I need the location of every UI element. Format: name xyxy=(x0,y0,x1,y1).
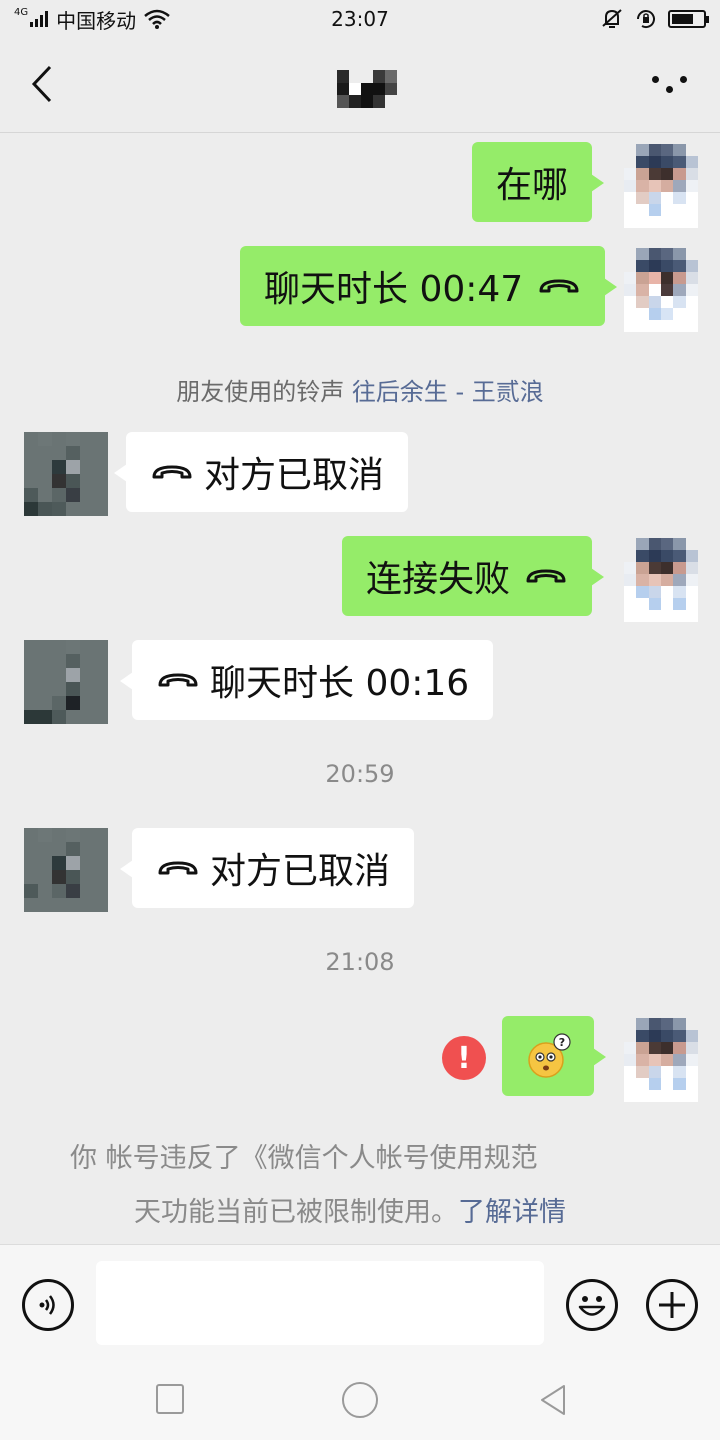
input-bar xyxy=(0,1244,720,1360)
status-time: 23:07 xyxy=(331,7,389,31)
ringtone-prefix: 朋友使用的铃声 xyxy=(176,378,345,406)
system-navigation-bar xyxy=(0,1360,720,1440)
call-record-bubble-contact[interactable]: 聊天时长 00:16 xyxy=(119,640,494,720)
chat-messages[interactable]: 在哪 聊天时长 00:47 朋友使用的铃声 往后余生 - 王贰浪 对方已取消 连… xyxy=(0,134,720,1244)
mute-icon xyxy=(602,9,622,28)
call-record-bubble-contact[interactable]: 对方已取消 xyxy=(113,432,409,512)
network-type: 4G xyxy=(14,7,29,18)
message-bubble-self[interactable]: 在哪 xyxy=(472,142,605,222)
svg-text:?: ? xyxy=(559,1036,565,1049)
wifi-icon xyxy=(144,9,170,29)
send-failed-icon[interactable]: ! xyxy=(442,1036,486,1080)
smiley-icon xyxy=(578,1296,606,1316)
message-input[interactable] xyxy=(96,1261,544,1345)
avatar-contact[interactable] xyxy=(24,432,108,516)
learn-more-link[interactable]: 了解详情 xyxy=(458,1197,566,1228)
status-right xyxy=(600,7,709,31)
more-options-button[interactable] xyxy=(650,74,690,98)
home-button[interactable] xyxy=(342,1382,378,1418)
avatar-self[interactable] xyxy=(624,538,698,622)
phone-hangup-icon xyxy=(152,465,192,479)
carrier-name: 中国移动 xyxy=(56,8,137,33)
message-text: 聊天时长 00:47 xyxy=(264,269,524,310)
account-restriction-notice: 你 帐号违反了《微信个人帐号使用规范 天功能当前已被限制使用。了解详情 xyxy=(66,1132,626,1240)
call-record-bubble-self[interactable]: 聊天时长 00:47 xyxy=(240,246,618,326)
timestamp: 20:59 xyxy=(325,760,395,788)
recent-apps-button[interactable] xyxy=(156,1384,184,1414)
avatar-self[interactable] xyxy=(624,1018,698,1102)
voice-icon xyxy=(39,1295,55,1315)
avatar-contact[interactable] xyxy=(24,640,108,724)
phone-hangup-icon xyxy=(526,569,566,583)
restriction-line-2: 天功能当前已被限制使用。了解详情 xyxy=(66,1186,626,1240)
message-text: 连接失败 xyxy=(366,559,511,600)
back-button[interactable] xyxy=(22,60,62,108)
timestamp: 21:08 xyxy=(325,948,395,976)
phone-hangup-icon xyxy=(158,673,198,687)
signal-icon xyxy=(30,11,49,27)
avatar-contact[interactable] xyxy=(24,828,108,912)
status-bar: 4G 中国移动 23:07 xyxy=(0,0,720,38)
chat-header xyxy=(0,38,720,133)
voice-input-button[interactable] xyxy=(22,1279,74,1331)
battery-icon xyxy=(668,10,709,28)
confused-emoji-icon: ? xyxy=(528,1033,571,1078)
ringtone-link[interactable]: 往后余生 - 王贰浪 xyxy=(352,378,544,406)
call-record-bubble-contact[interactable]: 对方已取消 xyxy=(119,828,415,908)
system-back-button[interactable] xyxy=(536,1382,572,1418)
phone-hangup-icon xyxy=(539,279,579,293)
rotation-lock-icon xyxy=(637,10,655,29)
message-text: 在哪 xyxy=(496,165,569,206)
contact-name-pixelated xyxy=(325,70,397,108)
restriction-text: 天功能当前已被限制使用。 xyxy=(134,1197,458,1228)
avatar-self[interactable] xyxy=(624,248,698,332)
ringtone-notice: 朋友使用的铃声 往后余生 - 王贰浪 xyxy=(0,372,720,407)
sticker-bubble-self[interactable]: ? xyxy=(502,1016,606,1096)
avatar-self[interactable] xyxy=(624,144,698,228)
phone-hangup-icon xyxy=(158,861,198,875)
call-record-bubble-self[interactable]: 连接失败 xyxy=(342,536,605,616)
message-text: 对方已取消 xyxy=(204,455,385,496)
plus-icon xyxy=(659,1292,685,1318)
message-text: 聊天时长 00:16 xyxy=(210,663,470,704)
more-functions-button[interactable] xyxy=(646,1279,698,1331)
restriction-line-1: 你 帐号违反了《微信个人帐号使用规范 xyxy=(70,1143,538,1174)
status-left: 4G 中国移动 xyxy=(14,5,170,34)
message-text: 对方已取消 xyxy=(210,851,391,892)
emoji-button[interactable] xyxy=(566,1279,618,1331)
chevron-left-icon xyxy=(31,65,52,103)
